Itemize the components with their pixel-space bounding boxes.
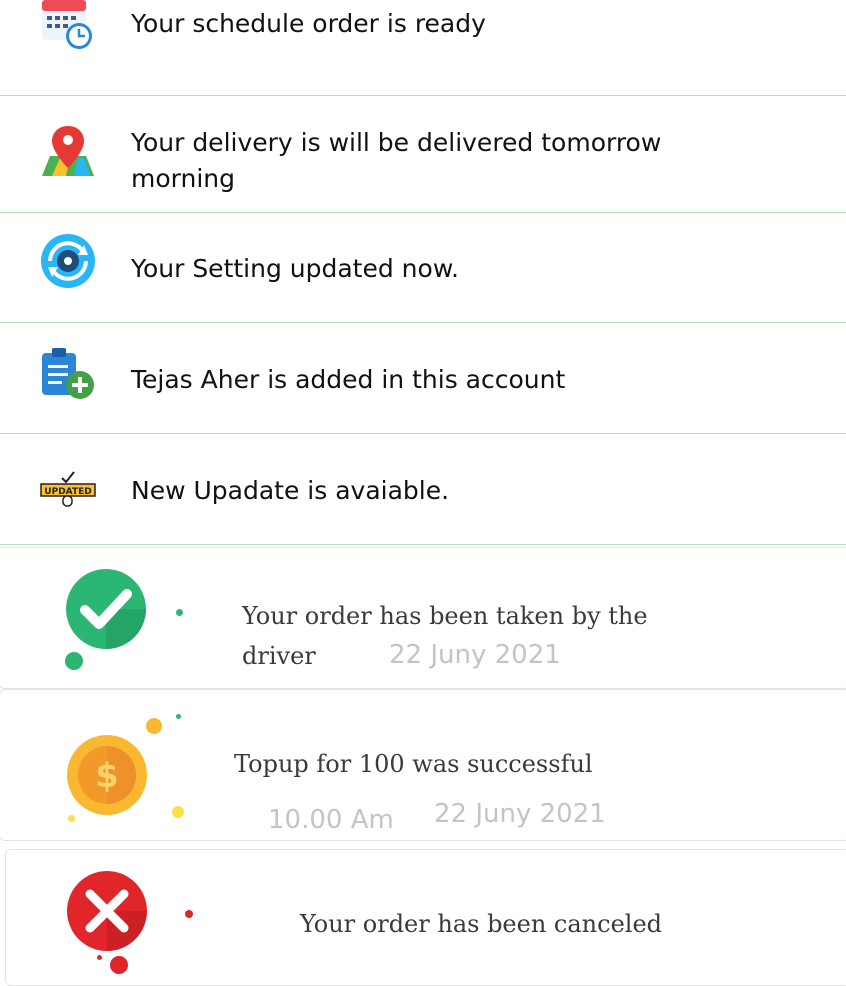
notification-item-schedule[interactable]: Your schedule order is ready (0, 0, 846, 96)
topup-message: Topup for 100 was successful (234, 750, 593, 778)
check-circle-icon (65, 568, 147, 654)
order-taken-card[interactable]: Your order has been taken by the driver … (0, 547, 846, 689)
topup-date: 22 Juny 2021 (434, 799, 606, 829)
notification-text: New Upadate is avaiable. (131, 476, 450, 505)
updated-badge-icon: UPDATED (40, 470, 96, 510)
notification-item-delivery[interactable]: Your delivery is will be delivered tomor… (0, 96, 846, 213)
decor-dot (185, 910, 193, 918)
decor-dot (176, 714, 181, 719)
calendar-clock-icon (40, 0, 96, 50)
dollar-coin-icon: $ (66, 734, 148, 820)
decor-dot (110, 956, 128, 974)
notification-text: Tejas Aher is added in this account (131, 365, 566, 394)
topup-card[interactable]: $ Topup for 100 was successful 10.00 Am … (0, 689, 846, 841)
notification-text: Your delivery is will be delivered tomor… (131, 128, 662, 193)
order-taken-message-line1: Your order has been taken by the (242, 602, 648, 630)
decor-dot (97, 955, 102, 960)
decor-dot (68, 815, 75, 822)
notification-item-user-added[interactable]: Tejas Aher is added in this account (0, 323, 846, 434)
notification-text: Your Setting updated now. (131, 254, 459, 283)
decor-dot (146, 718, 162, 734)
dollar-symbol: $ (95, 756, 119, 796)
decor-dot (65, 652, 83, 670)
topup-time: 10.00 Am (268, 805, 394, 835)
notification-item-settings[interactable]: Your Setting updated now. (0, 213, 846, 323)
notification-text: Your schedule order is ready (131, 9, 486, 38)
map-pin-icon (40, 124, 96, 180)
decor-dot (172, 806, 184, 818)
order-canceled-message: Your order has been canceled (300, 910, 663, 938)
settings-sync-icon (40, 233, 96, 289)
order-taken-message-line2: driver (242, 642, 316, 670)
decor-dot (176, 609, 183, 616)
cancel-circle-icon (66, 870, 148, 956)
order-canceled-card[interactable]: Your order has been canceled (5, 849, 846, 986)
notification-item-update[interactable]: UPDATED New Upadate is avaiable. (0, 434, 846, 545)
order-taken-date: 22 Juny 2021 (389, 640, 561, 670)
clipboard-add-icon (40, 345, 96, 401)
